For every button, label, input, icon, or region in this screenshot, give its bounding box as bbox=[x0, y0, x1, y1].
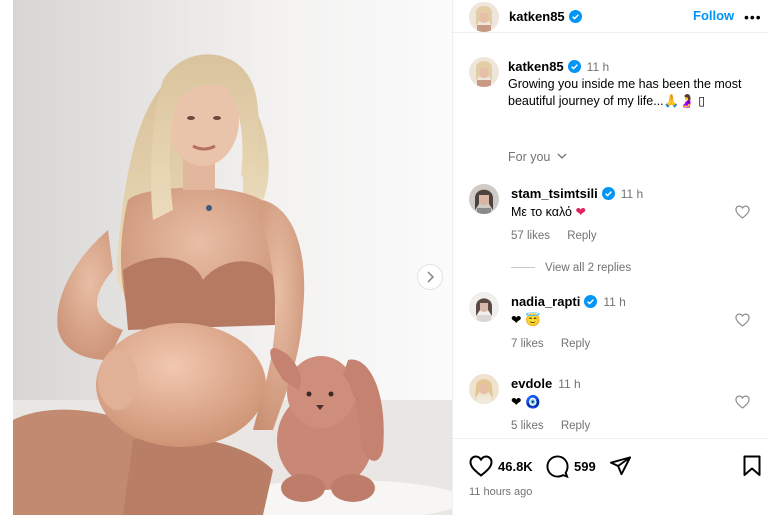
comment-text: ❤ 🧿 bbox=[511, 394, 541, 410]
comment-likes[interactable]: 7 likes bbox=[511, 338, 544, 350]
share-button[interactable] bbox=[609, 455, 632, 482]
view-replies-label[interactable]: View all 2 replies bbox=[545, 262, 631, 274]
view-replies-button[interactable]: View all 2 replies bbox=[511, 262, 631, 274]
heart-outline-icon bbox=[735, 395, 750, 409]
chevron-right-icon bbox=[427, 271, 435, 283]
caption-author-text[interactable]: katken85 bbox=[508, 59, 564, 74]
comment-author[interactable]: stam_tsimtsili 11 h bbox=[511, 186, 643, 201]
caption-text: Growing you inside me has been the most … bbox=[508, 77, 742, 108]
more-options-icon[interactable]: ••• bbox=[744, 9, 762, 25]
comment-like-button[interactable] bbox=[735, 313, 750, 332]
comment-reply-button[interactable]: Reply bbox=[561, 338, 590, 350]
replies-divider bbox=[511, 267, 535, 269]
comment-text: Με το καλό ❤ bbox=[511, 204, 586, 219]
heart-outline-icon bbox=[735, 205, 750, 219]
avatar-image bbox=[469, 292, 499, 322]
comment-text-content: Με το καλό bbox=[511, 205, 572, 219]
comment-reply-button[interactable]: Reply bbox=[561, 420, 590, 432]
for-you-label: For you bbox=[508, 150, 551, 164]
avatar-image bbox=[469, 57, 499, 87]
bookmark-icon bbox=[743, 455, 761, 476]
author-username-text[interactable]: katken85 bbox=[509, 9, 565, 24]
post-photo-illustration bbox=[13, 0, 452, 515]
like-count[interactable]: 46.8K bbox=[498, 459, 533, 474]
caption-time: 11 h bbox=[586, 60, 610, 74]
post-header: katken85 Follow ••• bbox=[453, 0, 768, 33]
comment-author[interactable]: nadia_rapti 11 h bbox=[511, 294, 626, 309]
comment-likes[interactable]: 5 likes bbox=[511, 420, 544, 432]
comment-button[interactable] bbox=[546, 455, 569, 483]
verified-badge-icon bbox=[584, 295, 598, 308]
comment-author-text[interactable]: nadia_rapti bbox=[511, 294, 580, 309]
post-side-panel: katken85 Follow ••• katken85 11 h Growing… bbox=[452, 0, 768, 515]
instagram-post-view: katken85 Follow ••• katken85 11 h Growing… bbox=[0, 0, 768, 515]
comment-bubble-icon bbox=[546, 455, 569, 479]
posted-time: 11 hours ago bbox=[469, 486, 533, 498]
comment-count[interactable]: 599 bbox=[574, 459, 596, 474]
avatar-image bbox=[469, 374, 499, 404]
verified-badge-icon bbox=[567, 60, 581, 73]
commenter-avatar[interactable] bbox=[469, 292, 499, 322]
commenter-avatar[interactable] bbox=[469, 184, 499, 214]
chevron-down-icon bbox=[557, 153, 567, 159]
comment-emoji: ❤ 🧿 bbox=[511, 395, 541, 409]
author-avatar[interactable] bbox=[469, 2, 499, 32]
comment-reply-button[interactable]: Reply bbox=[567, 230, 596, 242]
heart-outline-icon bbox=[735, 313, 750, 327]
like-button[interactable] bbox=[469, 455, 493, 482]
verified-badge-icon bbox=[601, 187, 615, 200]
avatar-image bbox=[469, 184, 499, 214]
comment-likes[interactable]: 57 likes bbox=[511, 230, 550, 242]
backdrop-strip bbox=[0, 0, 13, 515]
comment-meta: 57 likes Reply bbox=[511, 230, 611, 242]
avatar-image bbox=[469, 2, 499, 32]
send-icon bbox=[609, 456, 632, 476]
comment-author-text[interactable]: evdole bbox=[511, 376, 552, 391]
caption-author[interactable]: katken85 11 h bbox=[508, 59, 609, 74]
comment-time: 11 h bbox=[620, 187, 644, 201]
comment-time: 11 h bbox=[558, 377, 581, 391]
for-you-dropdown[interactable]: For you bbox=[508, 150, 567, 164]
verified-badge-icon bbox=[568, 10, 582, 23]
comment-emoji: ❤ 😇 bbox=[511, 313, 541, 327]
save-button[interactable] bbox=[743, 455, 761, 482]
author-username[interactable]: katken85 bbox=[509, 9, 582, 24]
comment-time: 11 h bbox=[603, 295, 626, 309]
post-actions-bar: 46.8K 599 11 hours ago bbox=[453, 438, 768, 515]
follow-button[interactable]: Follow bbox=[693, 8, 734, 23]
comment-emoji: ❤ bbox=[575, 205, 586, 219]
post-photo[interactable] bbox=[13, 0, 452, 515]
commenter-avatar[interactable] bbox=[469, 374, 499, 404]
comment-author[interactable]: evdole 11 h bbox=[511, 376, 581, 391]
next-photo-button[interactable] bbox=[417, 264, 443, 290]
comment-meta: 5 likes Reply bbox=[511, 420, 604, 432]
comment-meta: 7 likes Reply bbox=[511, 338, 604, 350]
comment-text: ❤ 😇 bbox=[511, 312, 541, 328]
comment-like-button[interactable] bbox=[735, 205, 750, 224]
caption-author-avatar[interactable] bbox=[469, 57, 499, 87]
heart-outline-icon bbox=[469, 455, 493, 477]
comment-author-text[interactable]: stam_tsimtsili bbox=[511, 186, 598, 201]
comment-like-button[interactable] bbox=[735, 395, 750, 414]
